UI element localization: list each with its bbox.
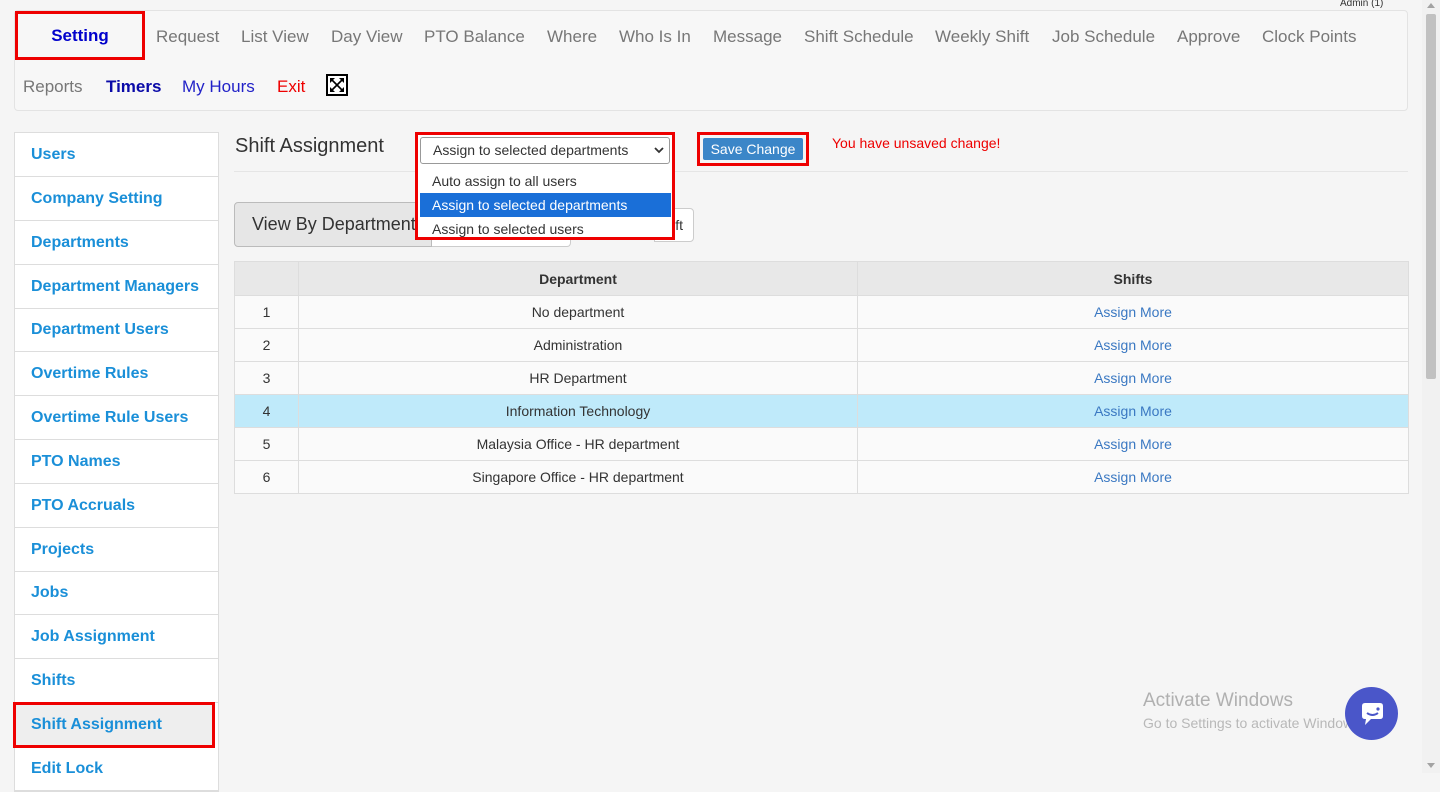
sidebar-item-overtime-rules[interactable]: Overtime Rules (15, 352, 218, 396)
sidebar-item-users[interactable]: Users (15, 133, 218, 177)
activation-watermark-title: Activate Windows (1143, 690, 1293, 711)
save-change-button[interactable]: Save Change (703, 138, 803, 160)
nav-clock-points[interactable]: Clock Points (1262, 27, 1356, 47)
row-department: Singapore Office - HR department (298, 460, 858, 494)
nav-pto-balance[interactable]: PTO Balance (424, 27, 525, 47)
nav-timers[interactable]: Timers (106, 77, 161, 97)
nav-shift-schedule[interactable]: Shift Schedule (804, 27, 914, 47)
table-header-row: Department Shifts (234, 261, 1409, 296)
option-selected-departments[interactable]: Assign to selected departments (420, 193, 671, 217)
nav-where[interactable]: Where (547, 27, 597, 47)
col-department-header: Department (298, 261, 858, 296)
fullscreen-icon[interactable] (326, 74, 348, 96)
nav-who-is-in[interactable]: Who Is In (619, 27, 691, 47)
page-title: Shift Assignment (235, 135, 384, 157)
table-row: 4 Information Technology Assign More (234, 394, 1409, 428)
nav-my-hours[interactable]: My Hours (182, 77, 255, 97)
assign-mode-select[interactable]: Assign to selected departments Auto assi… (415, 132, 675, 240)
sidebar-item-shifts[interactable]: Shifts (15, 659, 218, 703)
activation-watermark-text: Go to Settings to activate Windows. (1143, 715, 1364, 731)
nav-approve[interactable]: Approve (1177, 27, 1240, 47)
row-department: Information Technology (298, 394, 858, 428)
assign-more-link[interactable]: Assign More (857, 361, 1409, 395)
nav-request[interactable]: Request (156, 27, 219, 47)
option-selected-users[interactable]: Assign to selected users (420, 217, 671, 241)
assign-more-link[interactable]: Assign More (857, 394, 1409, 428)
nav-message[interactable]: Message (713, 27, 782, 47)
scroll-down-icon[interactable] (1427, 763, 1435, 768)
sidebar-item-jobs[interactable]: Jobs (15, 571, 218, 615)
assign-more-link[interactable]: Assign More (857, 328, 1409, 362)
nav-list-view[interactable]: List View (241, 27, 309, 47)
option-auto-assign-all[interactable]: Auto assign to all users (420, 169, 671, 193)
tab-by-department[interactable]: View By Department (234, 202, 432, 247)
row-index: 1 (234, 295, 299, 329)
scroll-up-icon[interactable] (1427, 3, 1435, 8)
page-scrollbar[interactable] (1422, 0, 1440, 773)
sidebar-item-pto-names[interactable]: PTO Names (15, 440, 218, 484)
row-department: HR Department (298, 361, 858, 395)
row-department: No department (298, 295, 858, 329)
row-department: Administration (298, 328, 858, 362)
scroll-thumb[interactable] (1426, 14, 1436, 379)
assign-mode-value[interactable]: Assign to selected departments (420, 137, 670, 164)
chevron-down-icon (654, 147, 664, 154)
sidebar-item-pto-accruals[interactable]: PTO Accruals (15, 484, 218, 528)
table-row: 6 Singapore Office - HR department Assig… (234, 460, 1409, 494)
row-index: 5 (234, 427, 299, 461)
col-index-header (234, 261, 299, 296)
assign-more-link[interactable]: Assign More (857, 427, 1409, 461)
assign-mode-value-text: Assign to selected departments (433, 142, 629, 158)
chat-icon (1361, 702, 1383, 725)
row-index: 3 (234, 361, 299, 395)
sidebar-item-department-users[interactable]: Department Users (15, 308, 218, 352)
row-index: 6 (234, 460, 299, 494)
row-index: 4 (234, 394, 299, 428)
row-index: 2 (234, 328, 299, 362)
table-row: 1 No department Assign More (234, 295, 1409, 329)
nav-setting[interactable]: Setting (15, 11, 145, 60)
nav-weekly-shift[interactable]: Weekly Shift (935, 27, 1029, 47)
assign-more-link[interactable]: Assign More (857, 295, 1409, 329)
sidebar-item-projects[interactable]: Projects (15, 528, 218, 572)
sidebar-item-overtime-rule-users[interactable]: Overtime Rule Users (15, 396, 218, 440)
divider (234, 171, 1408, 172)
top-navigation: Setting Request List View Day View PTO B… (14, 10, 1408, 111)
admin-label: Admin (1) (1340, 0, 1384, 9)
save-change-highlight: Save Change (697, 132, 809, 166)
assign-more-link[interactable]: Assign More (857, 460, 1409, 494)
table-row: 5 Malaysia Office - HR department Assign… (234, 427, 1409, 461)
chat-button[interactable] (1345, 687, 1398, 740)
col-shifts-header: Shifts (857, 261, 1409, 296)
nav-reports[interactable]: Reports (23, 77, 83, 97)
sidebar-item-edit-lock[interactable]: Edit Lock (15, 747, 218, 791)
sidebar: Users Company Setting Departments Depart… (13, 132, 219, 792)
sidebar-item-shift-assignment[interactable]: Shift Assignment (13, 702, 215, 748)
nav-job-schedule[interactable]: Job Schedule (1052, 27, 1155, 47)
sidebar-item-department-managers[interactable]: Department Managers (15, 265, 218, 309)
table-row: 3 HR Department Assign More (234, 361, 1409, 395)
sidebar-item-departments[interactable]: Departments (15, 221, 218, 265)
department-shift-table: Department Shifts 1 No department Assign… (234, 261, 1409, 494)
nav-day-view[interactable]: Day View (331, 27, 403, 47)
unsaved-warning: You have unsaved change! (832, 135, 1001, 151)
nav-exit[interactable]: Exit (277, 77, 305, 97)
table-row: 2 Administration Assign More (234, 328, 1409, 362)
sidebar-item-company-setting[interactable]: Company Setting (15, 177, 218, 221)
sidebar-item-job-assignment[interactable]: Job Assignment (15, 615, 218, 659)
row-department: Malaysia Office - HR department (298, 427, 858, 461)
